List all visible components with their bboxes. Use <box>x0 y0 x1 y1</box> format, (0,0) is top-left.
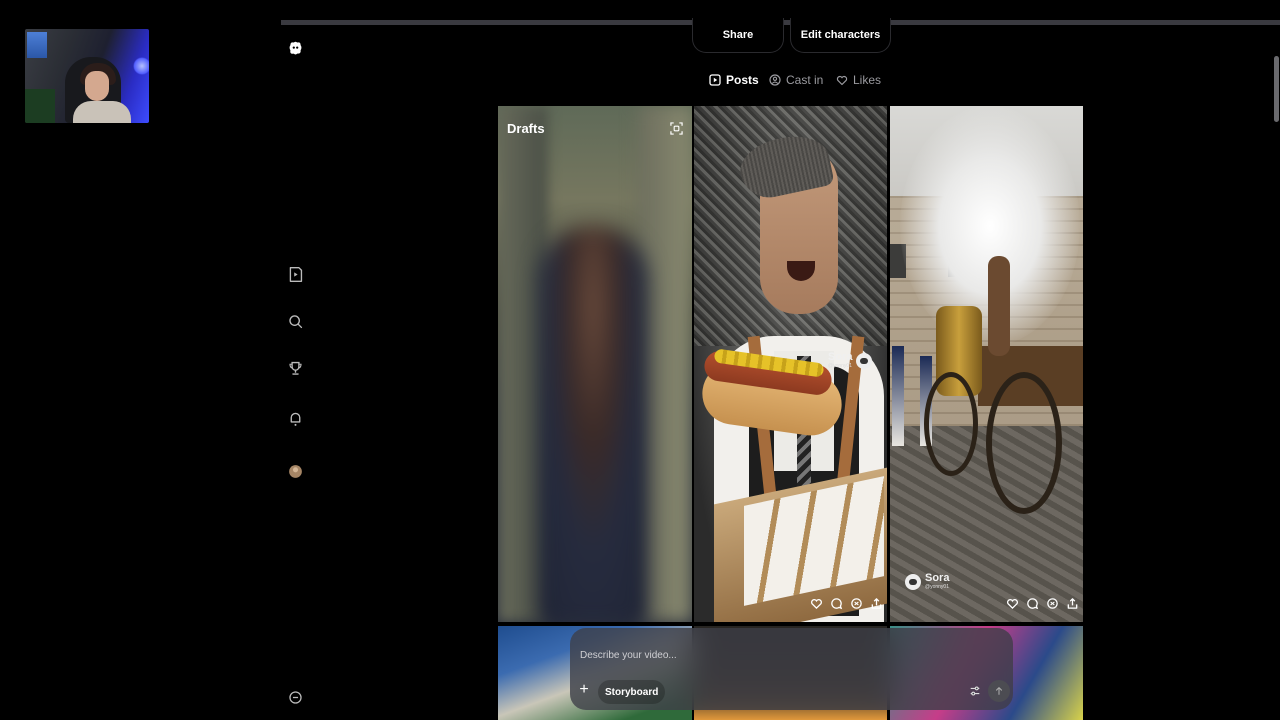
bell-icon[interactable] <box>287 410 304 427</box>
sora-logo-icon[interactable] <box>287 40 304 57</box>
search-icon[interactable] <box>287 313 304 330</box>
video-thumbnail[interactable]: Sora @yonny01 <box>890 106 1083 622</box>
watermark-handle: @yonny01 <box>925 584 949 590</box>
add-button[interactable]: + <box>576 680 592 700</box>
avatar[interactable] <box>287 463 304 480</box>
post-actions <box>1006 597 1079 610</box>
tab-cast-in[interactable]: Cast in <box>769 71 823 89</box>
comment-icon[interactable] <box>1026 597 1039 610</box>
remix-icon[interactable] <box>850 597 863 610</box>
person-circle-icon <box>769 74 781 86</box>
storyboard-button[interactable]: Storyboard <box>598 680 666 704</box>
share-icon[interactable] <box>1066 597 1079 610</box>
tab-likes[interactable]: Likes <box>836 71 881 89</box>
sora-logo-icon <box>905 573 921 590</box>
video-thumbnail[interactable]: Sora @yonny01 <box>694 106 887 622</box>
share-icon[interactable] <box>870 597 883 610</box>
comment-icon[interactable] <box>830 597 843 610</box>
watermark-brand: Sora <box>828 351 853 363</box>
drafts-label: Drafts <box>507 121 545 136</box>
sora-watermark: Sora @yonny01 <box>905 573 949 590</box>
tab-cast-in-label: Cast in <box>786 73 824 87</box>
sora-logo-icon <box>856 352 873 369</box>
more-icon[interactable] <box>287 689 304 706</box>
send-button[interactable] <box>988 680 1010 702</box>
tab-likes-label: Likes <box>853 73 882 87</box>
settings-sliders-icon[interactable] <box>966 682 984 700</box>
drafts-grid-icon <box>670 122 683 135</box>
scrollbar-thumb[interactable] <box>1274 56 1279 122</box>
share-button[interactable]: Share <box>692 18 784 53</box>
post-actions <box>810 597 883 610</box>
trophy-icon[interactable] <box>287 360 304 377</box>
play-square-icon <box>709 74 721 86</box>
webcam-overlay <box>25 29 149 123</box>
tab-posts-label: Posts <box>726 73 759 87</box>
heart-icon[interactable] <box>810 597 823 610</box>
heart-icon <box>836 75 848 86</box>
edit-characters-button[interactable]: Edit characters <box>790 18 891 53</box>
play-icon[interactable] <box>287 266 304 283</box>
scrollbar[interactable] <box>1273 28 1280 720</box>
watermark-handle: @yonny01 <box>828 363 852 369</box>
remix-icon[interactable] <box>1046 597 1059 610</box>
arrow-up-icon <box>995 687 1003 695</box>
heart-icon[interactable] <box>1006 597 1019 610</box>
describe-video-input[interactable] <box>578 644 962 666</box>
video-composer: + Storyboard <box>570 628 1013 710</box>
sora-watermark: Sora @yonny01 <box>828 351 873 369</box>
drafts-tile[interactable]: Drafts <box>498 106 692 622</box>
tab-posts[interactable]: Posts <box>709 71 759 89</box>
watermark-brand: Sora <box>925 572 950 584</box>
